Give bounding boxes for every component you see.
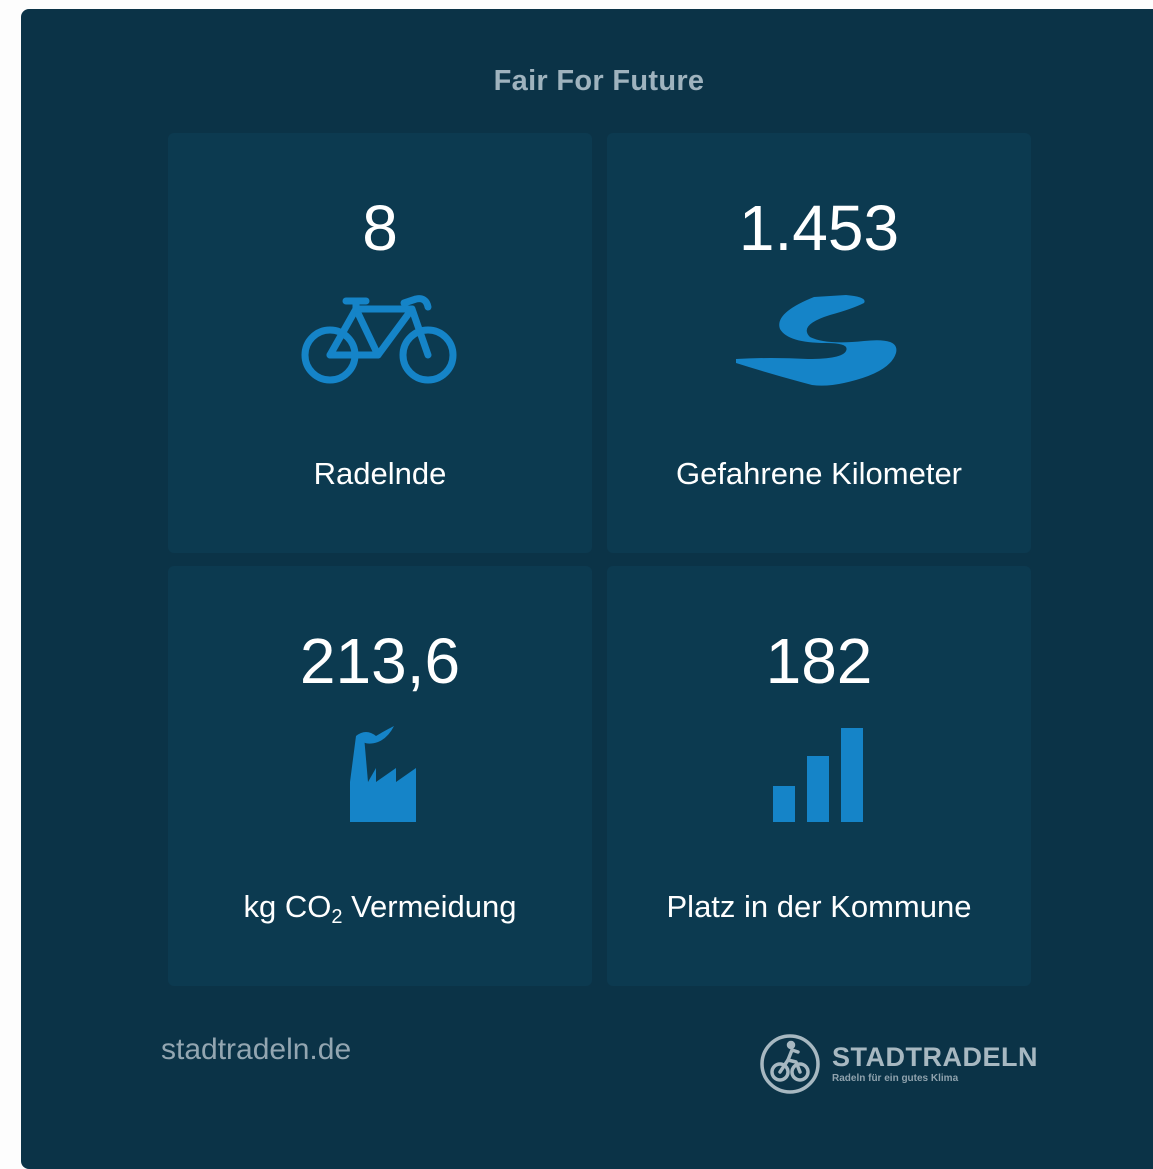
tile-ranking: 182 Platz in der Kommune	[607, 566, 1031, 986]
widget-title: Fair For Future	[493, 65, 705, 97]
ranking-value: 182	[765, 625, 873, 697]
stadtradeln-logo[interactable]: STADTRADELN Radeln für ein gutes Klima	[758, 1032, 1038, 1096]
tile-cyclists: 8 Radelnde	[168, 133, 592, 553]
road-icon	[607, 293, 1031, 393]
stats-widget: Fair For Future 8 Radelnde 1.453 Gefahre…	[21, 9, 1153, 1169]
cyclist-logo-icon	[760, 1034, 820, 1094]
cyclists-label: Radelnde	[313, 456, 447, 491]
tile-co2: 213,6 kg CO2 Vermeidung	[168, 566, 592, 986]
stadtradeln-link[interactable]: stadtradeln.de	[161, 1033, 351, 1067]
ranking-bars-icon	[607, 726, 1031, 826]
logo-tagline: Radeln für ein gutes Klima	[832, 1073, 959, 1084]
bicycle-icon	[168, 293, 592, 393]
co2-value: 213,6	[299, 625, 461, 697]
factory-icon	[168, 726, 592, 826]
kilometers-value: 1.453	[738, 192, 900, 264]
tile-kilometers: 1.453 Gefahrene Kilometer	[607, 133, 1031, 553]
logo-name: STADTRADELN	[832, 1042, 1038, 1072]
cyclists-value: 8	[362, 192, 398, 264]
kilometers-label: Gefahrene Kilometer	[675, 456, 963, 491]
co2-label: kg CO2 Vermeidung	[243, 889, 517, 928]
ranking-label: Platz in der Kommune	[666, 889, 972, 924]
